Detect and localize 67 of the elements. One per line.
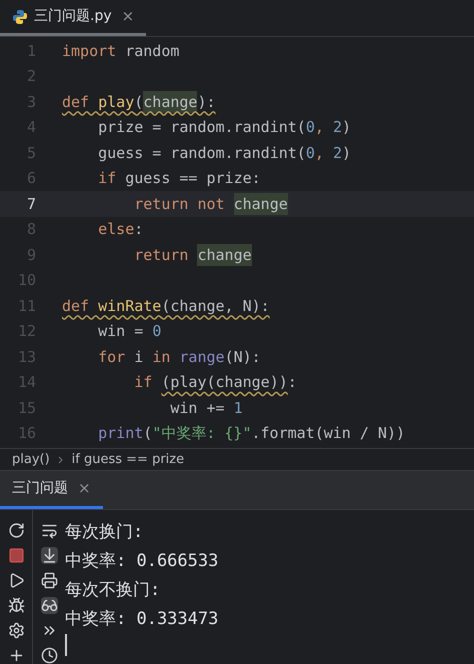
code-token: 0 bbox=[152, 321, 162, 342]
close-button[interactable]: × bbox=[122, 5, 134, 28]
console-output-line: 每次不换门: bbox=[65, 579, 160, 602]
code-token: .format(win / N)) bbox=[252, 423, 406, 444]
stop-icon[interactable] bbox=[8, 547, 24, 564]
code-token: guess == prize: bbox=[124, 168, 261, 189]
file-tab[interactable]: 三门问题.py × bbox=[0, 0, 146, 36]
code-token: if bbox=[97, 168, 116, 189]
scroll-to-end-icon[interactable] bbox=[40, 547, 58, 564]
tab-title: 三门问题.py bbox=[34, 7, 112, 26]
code-token: 2 bbox=[332, 117, 342, 138]
code-token: i bbox=[133, 346, 144, 368]
code-token: if bbox=[133, 372, 154, 393]
line-number: 7 bbox=[26, 194, 37, 214]
code-token: in bbox=[152, 346, 172, 368]
code-token: "中奖率: {}" bbox=[152, 423, 252, 444]
console-output-line: 中奖率: 0.333473 bbox=[65, 608, 218, 631]
code-token: print bbox=[97, 423, 144, 444]
code-token: prize = random.randint( bbox=[97, 117, 306, 138]
breadcrumb-item[interactable]: play() bbox=[12, 450, 50, 470]
code-token: (change, N): bbox=[161, 296, 270, 316]
wrap-icon[interactable] bbox=[40, 522, 58, 539]
code-token: play bbox=[98, 92, 134, 112]
code-token: def bbox=[62, 296, 90, 316]
code-token: : bbox=[288, 372, 297, 393]
code-token: 1 bbox=[234, 398, 243, 418]
code-token: ) bbox=[342, 142, 351, 164]
clock-icon[interactable] bbox=[40, 647, 58, 664]
code-token: ) bbox=[342, 117, 351, 138]
settings-icon[interactable] bbox=[8, 622, 24, 639]
code-token: change bbox=[143, 90, 198, 113]
code-token: ( bbox=[143, 423, 152, 444]
code-token: change bbox=[234, 192, 288, 215]
code-token: 0 bbox=[306, 142, 315, 164]
code-token: 2 bbox=[332, 142, 342, 164]
rerun-icon[interactable] bbox=[8, 522, 24, 539]
code-token: winRate bbox=[98, 296, 162, 316]
code-token: win = bbox=[97, 321, 144, 342]
code-token: win += bbox=[169, 398, 226, 418]
code-token: , bbox=[314, 117, 325, 138]
code-token: change bbox=[197, 244, 252, 266]
code-token: else bbox=[97, 219, 134, 240]
code-token: random bbox=[124, 40, 180, 62]
breadcrumb-item[interactable]: if guess == prize bbox=[72, 450, 184, 470]
python-file-icon bbox=[12, 8, 28, 24]
console-output-line: 中奖率: 0.666533 bbox=[65, 550, 218, 573]
code-token: (N): bbox=[224, 346, 261, 368]
code-token: for bbox=[97, 346, 126, 368]
code-token: : bbox=[134, 219, 144, 240]
code-token: ): bbox=[197, 92, 216, 112]
tab-title: 三门问题 bbox=[12, 479, 68, 498]
code-token: range bbox=[179, 346, 225, 368]
code-token: return not bbox=[133, 194, 226, 214]
code-token: , bbox=[314, 142, 325, 164]
code-token: ( bbox=[134, 92, 144, 112]
print-icon[interactable] bbox=[40, 572, 58, 589]
code-token: (play(change)) bbox=[161, 372, 288, 393]
chevron-icon bbox=[58, 456, 64, 464]
bug-icon[interactable] bbox=[8, 597, 24, 614]
code-token: guess = random.randint( bbox=[97, 142, 306, 164]
code-token: def bbox=[62, 92, 90, 112]
glasses-icon[interactable] bbox=[40, 597, 58, 614]
code-token: import bbox=[62, 40, 116, 62]
code-token: 0 bbox=[306, 117, 315, 138]
close-button[interactable]: × bbox=[78, 477, 91, 500]
code-token: return bbox=[133, 244, 190, 266]
console-output-line: 每次换门: bbox=[65, 521, 144, 544]
